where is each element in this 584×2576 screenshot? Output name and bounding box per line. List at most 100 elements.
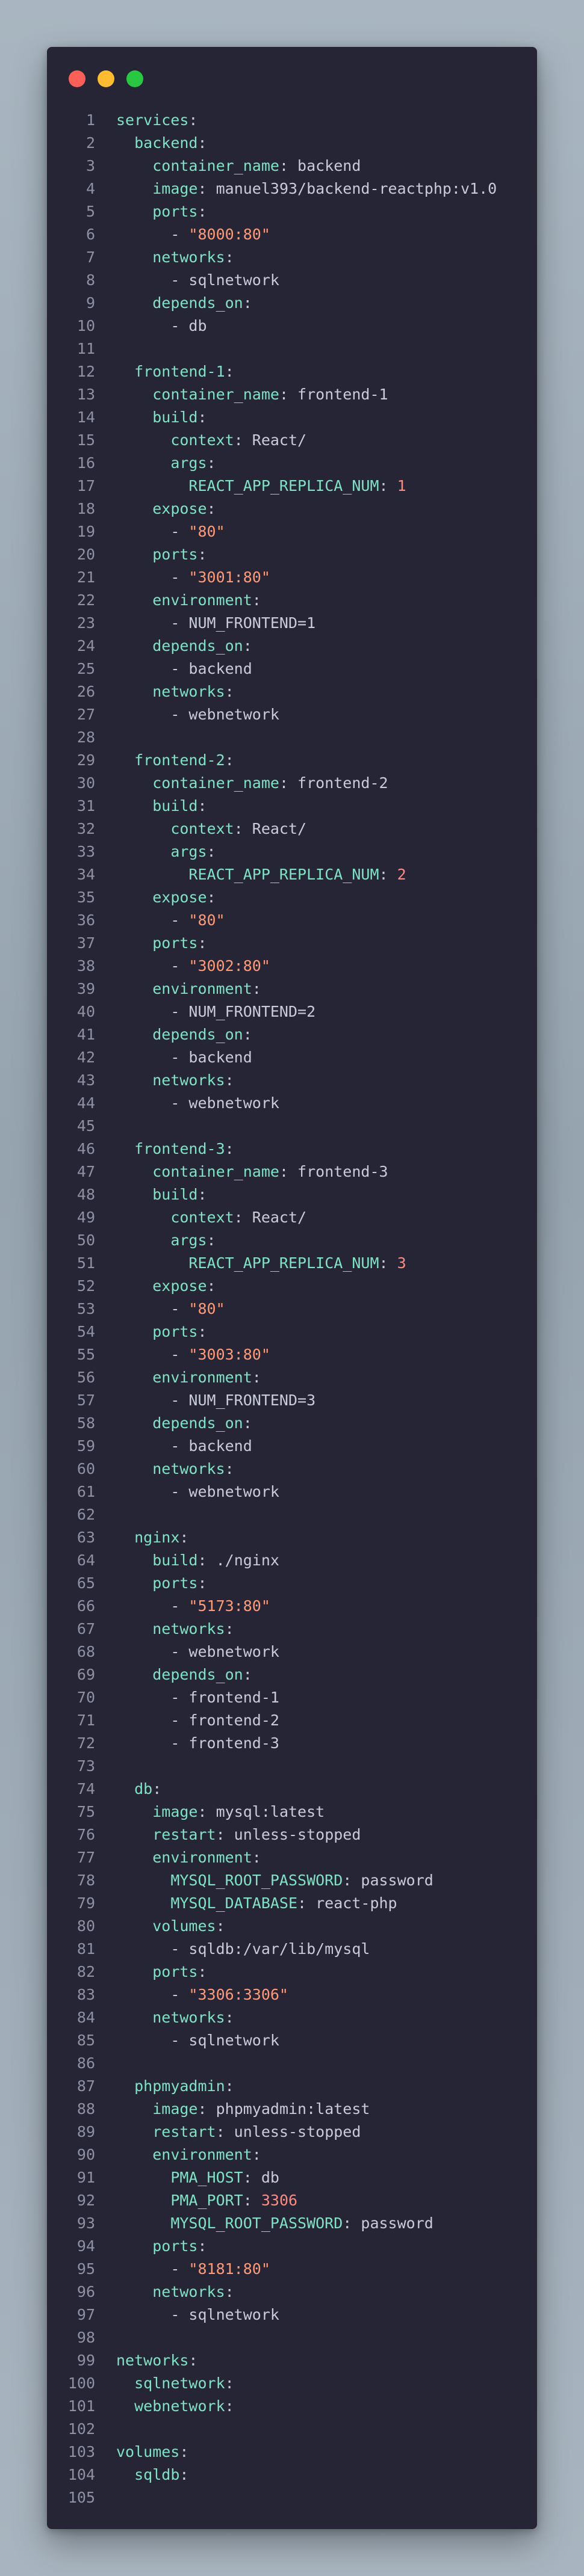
code-line: 65 ports: <box>47 1572 537 1595</box>
code-token: networks <box>152 248 225 266</box>
code-line: 105 <box>47 2486 537 2509</box>
code-line: 23 - NUM_FRONTEND=1 <box>47 612 537 635</box>
line-number: 9 <box>85 294 95 312</box>
line-content: - webnetwork <box>116 1092 279 1115</box>
line-content: - "80" <box>116 520 225 543</box>
minimize-dot-icon[interactable] <box>98 70 114 87</box>
code-token: : password <box>343 1872 433 1889</box>
code-token: sqlnetwork <box>134 2374 225 2392</box>
line-content: nginx: <box>116 1526 188 1549</box>
code-token: - NUM_FRONTEND=3 <box>170 1391 316 1409</box>
code-token: : <box>379 1254 397 1272</box>
code-token: : <box>197 1574 207 1592</box>
line-content: environment: <box>116 1846 261 1869</box>
line-number: 48 <box>76 1186 95 1203</box>
code-token: build <box>152 797 198 815</box>
code-line: 2 backend: <box>47 132 537 155</box>
code-token: webnetwork <box>134 2397 225 2415</box>
code-token: frontend-3 <box>134 1140 225 1157</box>
line-number: 66 <box>76 1597 95 1615</box>
code-token: - frontend-1 <box>170 1689 279 1706</box>
code-token: image <box>152 2100 198 2118</box>
code-token: args <box>170 1231 207 1249</box>
code-token: : <box>207 1231 216 1249</box>
code-token: phpmyadmin <box>134 2077 225 2095</box>
code-token: : frontend-1 <box>279 386 388 403</box>
code-token: : <box>179 2443 189 2460</box>
line-content: - frontend-3 <box>116 1732 279 1755</box>
line-content: ports: <box>116 543 207 566</box>
maximize-dot-icon[interactable] <box>126 70 143 87</box>
code-token: : <box>207 500 216 517</box>
line-number: 28 <box>76 729 95 746</box>
code-token: networks <box>116 2352 189 2369</box>
code-line: 13 container_name: frontend-1 <box>47 383 537 406</box>
code-token: : <box>225 1620 234 1638</box>
code-line: 49 context: React/ <box>47 1206 537 1229</box>
line-number: 38 <box>76 957 95 975</box>
line-content: - webnetwork <box>116 703 279 726</box>
code-token: networks <box>152 2009 225 2026</box>
code-token: REACT_APP_REPLICA_NUM <box>188 1254 379 1272</box>
line-content: networks: <box>116 246 234 269</box>
code-line: 26 networks: <box>47 680 537 703</box>
code-token: depends_on <box>152 637 243 655</box>
code-line: 19 - "80" <box>47 520 537 543</box>
code-token: context <box>170 431 234 449</box>
code-line: 102 <box>47 2418 537 2441</box>
code-line: 15 context: React/ <box>47 429 537 452</box>
code-line: 59 - backend <box>47 1435 537 1458</box>
code-token: - <box>170 2260 189 2278</box>
code-token: : <box>197 2237 207 2255</box>
code-token: build <box>152 1551 198 1569</box>
line-content: - frontend-2 <box>116 1709 279 1732</box>
code-token: restart <box>152 2123 216 2140</box>
line-content: - "80" <box>116 909 225 932</box>
code-token: ports <box>152 203 198 220</box>
line-content: volumes: <box>116 1915 225 1938</box>
line-number: 104 <box>67 2466 95 2483</box>
code-line: 99 networks: <box>47 2349 537 2372</box>
line-number: 12 <box>76 363 95 380</box>
code-token: - frontend-2 <box>170 1712 279 1729</box>
code-token: : React/ <box>234 820 307 837</box>
code-token: : <box>243 2192 261 2209</box>
line-number: 30 <box>76 774 95 792</box>
close-dot-icon[interactable] <box>69 70 85 87</box>
code-line: 101 webnetwork: <box>47 2395 537 2418</box>
code-token: context <box>170 820 234 837</box>
line-content: ports: <box>116 200 207 223</box>
code-token: : <box>197 408 207 426</box>
line-number: 102 <box>67 2420 95 2438</box>
line-content: build: ./nginx <box>116 1549 279 1572</box>
line-content: - "5173:80" <box>116 1595 270 1618</box>
code-line: 39 environment: <box>47 978 537 1000</box>
line-content: PMA_PORT: 3306 <box>116 2189 297 2212</box>
line-content: args: <box>116 840 216 863</box>
code-token: - <box>170 1300 189 1317</box>
line-number: 58 <box>76 1414 95 1432</box>
line-content: container_name: frontend-1 <box>116 383 388 406</box>
code-token: frontend-2 <box>134 751 225 769</box>
code-line: 14 build: <box>47 406 537 429</box>
code-token: image <box>152 180 198 197</box>
line-number: 91 <box>76 2169 95 2186</box>
line-number: 87 <box>76 2077 95 2095</box>
line-content: ports: <box>116 1961 207 1983</box>
line-number: 55 <box>76 1346 95 1363</box>
code-token: : <box>225 2009 234 2026</box>
line-content: restart: unless-stopped <box>116 2121 361 2143</box>
line-content: ports: <box>116 1320 207 1343</box>
code-line: 54 ports: <box>47 1320 537 1343</box>
code-line: 93 MYSQL_ROOT_PASSWORD: password <box>47 2212 537 2235</box>
code-line: 18 expose: <box>47 498 537 520</box>
code-token: : <box>197 1963 207 1980</box>
code-token: - backend <box>170 1049 252 1066</box>
line-content: phpmyadmin: <box>116 2075 234 2098</box>
line-content: context: React/ <box>116 818 306 840</box>
line-number: 67 <box>76 1620 95 1638</box>
code-token: : React/ <box>234 1209 307 1226</box>
line-content: depends_on: <box>116 1412 252 1435</box>
code-line: 40 - NUM_FRONTEND=2 <box>47 1000 537 1023</box>
code-token: expose <box>152 1277 207 1295</box>
